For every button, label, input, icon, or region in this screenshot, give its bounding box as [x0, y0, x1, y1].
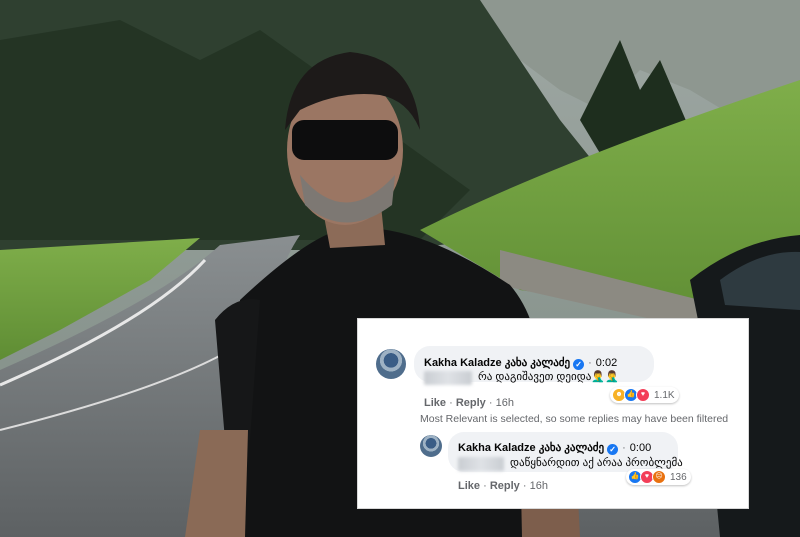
reply-author-avatar[interactable] — [420, 435, 442, 457]
separator-dot: · — [449, 397, 453, 409]
comment-age: 16h — [495, 397, 514, 409]
separator-dot: · — [622, 442, 626, 454]
reply-time: 0:00 — [629, 442, 652, 454]
comment-text: რა დაგიშავეთ დეიდა🤦‍♂️🤦‍♂️ — [478, 371, 619, 383]
reply-age: 16h — [529, 480, 548, 492]
facebook-comments-card: Kakha Kaladze კახა კალაძე ✓ · 0:02 რა დაგიშ… — [357, 318, 749, 509]
reply-reactions[interactable]: 👍 ♥ ☹ 136 — [626, 469, 691, 485]
reply-reaction-count: 136 — [670, 471, 687, 483]
verified-badge-icon: ✓ — [607, 444, 619, 455]
love-reaction-icon: ♥ — [636, 388, 650, 402]
comment-actions: Like · Reply · 16h — [424, 397, 514, 409]
redacted-mention — [424, 371, 472, 385]
separator-dot: · — [522, 480, 527, 492]
comment-reaction-count: 1.1K — [654, 389, 675, 401]
reply-author-name[interactable]: Kakha Kaladze კახა კალაძე — [458, 442, 604, 454]
verified-badge-icon: ✓ — [573, 359, 585, 370]
like-button[interactable]: Like — [424, 397, 446, 409]
redacted-mention — [458, 457, 504, 471]
separator-dot: · — [483, 480, 487, 492]
separator-dot: · — [488, 397, 493, 409]
comment-time: 0:02 — [595, 357, 618, 369]
reply-text: დაწყნარდით აქ არაა პრობლემა — [510, 457, 683, 469]
reply-button[interactable]: Reply — [456, 397, 486, 409]
comment-author-line: Kakha Kaladze კახა კალაძე ✓ · 0:02 — [424, 356, 617, 370]
comment-author-name[interactable]: Kakha Kaladze კახა კალაძე — [424, 357, 570, 369]
filter-notice: Most Relevant is selected, so some repli… — [420, 413, 729, 425]
reply-author-line: Kakha Kaladze კახა კალაძე ✓ · 0:00 — [458, 441, 651, 455]
reply-button[interactable]: Reply — [490, 480, 520, 492]
separator-dot: · — [588, 357, 592, 369]
reply-actions: Like · Reply · 16h — [458, 480, 548, 492]
like-button[interactable]: Like — [458, 480, 480, 492]
author-avatar[interactable] — [376, 349, 406, 379]
angry-reaction-icon: ☹ — [652, 470, 666, 484]
comment-reactions[interactable]: ☻ 👍 ♥ 1.1K — [610, 387, 679, 403]
